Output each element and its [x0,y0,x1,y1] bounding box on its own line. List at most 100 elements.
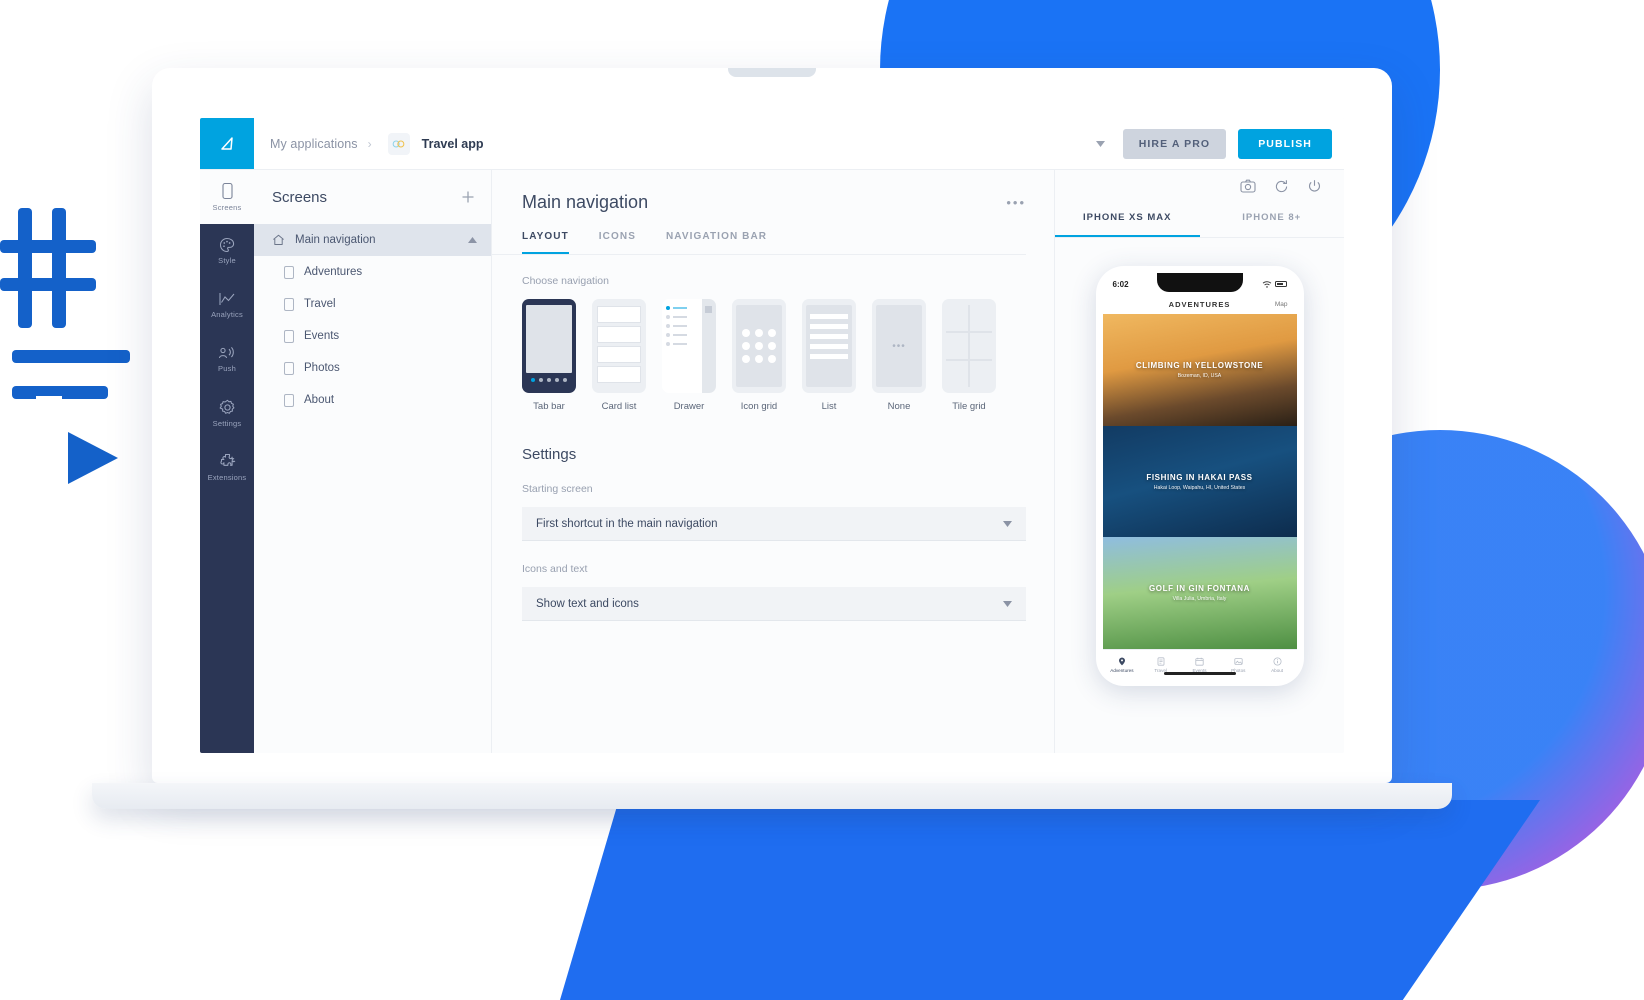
screen-item-travel[interactable]: Travel [254,288,491,320]
screen-item-main-navigation[interactable]: Main navigation [254,224,491,256]
editor-tabs: LAYOUT ICONS NAVIGATION BAR [492,213,1026,255]
screen-item-label: Main navigation [295,234,376,246]
image-icon [1234,657,1243,666]
icons-and-text-label: Icons and text [522,563,1026,575]
puzzle-icon [219,453,236,470]
wifi-icon [1262,281,1272,288]
tab-iphone-8-plus[interactable]: IPHONE 8+ [1200,202,1345,237]
status-indicators [1262,281,1287,288]
nav-option-icon-grid[interactable]: Icon grid [732,299,786,412]
tab-layout[interactable]: LAYOUT [522,231,569,254]
left-rail: Screens [200,170,254,753]
nav-option-label: None [872,401,926,412]
screens-panel: Screens [254,170,492,753]
screen-item-photos[interactable]: Photos [254,352,491,384]
tab-navigation-bar[interactable]: NAVIGATION BAR [666,231,767,254]
laptop-base [92,783,1452,809]
settings-section-title: Settings [522,446,1026,463]
pin-icon [1118,657,1126,666]
publish-button[interactable]: PUBLISH [1238,129,1332,159]
icons-and-text-select[interactable]: Show text and icons [522,587,1026,621]
phone-icon [220,182,235,200]
nav-option-none[interactable]: ••• None [872,299,926,412]
phone-tab-photos[interactable]: Photos [1219,657,1258,673]
editor-pane: Main navigation ••• LAYOUT ICONS NAVIGAT… [492,170,1054,753]
plus-icon[interactable] [461,190,475,204]
phone-card[interactable]: GOLF IN GIN FONTANA Villa Julia, Umbria,… [1103,537,1297,649]
rail-label-extensions: Extensions [208,473,247,482]
background-blob-bottom [560,800,1540,1000]
camera-icon[interactable] [1240,179,1256,193]
nav-option-thumbnail [662,299,716,393]
breadcrumb-root-link[interactable]: My applications [270,137,358,151]
starting-screen-select[interactable]: First shortcut in the main navigation [522,507,1026,541]
card-subtitle: Villa Julia, Umbria, Italy [1111,596,1289,602]
laptop-camera-notch [728,68,816,77]
chevron-down-icon [1003,521,1012,527]
phone-tab-label: About [1271,668,1283,673]
screen-item-adventures[interactable]: Adventures [254,256,491,288]
nav-option-list[interactable]: List [802,299,856,412]
page-icon [284,394,294,407]
phone-card[interactable]: CLIMBING IN YELLOWSTONE Bozeman, ID, USA [1103,314,1297,426]
laptop-mockup: My applications › Travel app [152,68,1392,783]
screen-item-label: Adventures [304,266,362,278]
rail-item-push[interactable]: Push [200,332,254,386]
nav-option-thumbnail [802,299,856,393]
preview-device-tabs: IPHONE XS MAX IPHONE 8+ [1055,202,1344,238]
phone-home-indicator [1164,672,1236,675]
breadcrumb: My applications › Travel app [254,118,1090,169]
chevron-down-icon[interactable] [1090,135,1111,153]
chevron-up-icon[interactable] [468,237,477,243]
top-bar: My applications › Travel app [200,118,1344,170]
app-logo-button[interactable] [200,118,254,169]
info-icon [1273,657,1282,666]
doc-icon [1157,657,1165,666]
phone-nav-bar: ADVENTURES Map [1103,295,1297,314]
phone-nav-right-action[interactable]: Map [1275,301,1288,308]
screens-panel-title: Screens [272,189,327,206]
home-icon [272,234,285,246]
screen-item-events[interactable]: Events [254,320,491,352]
chevron-down-icon [1003,601,1012,607]
rail-item-analytics[interactable]: Analytics [200,278,254,332]
palette-icon [219,237,235,253]
nav-option-label: Icon grid [732,401,786,412]
screen-item-about[interactable]: About [254,384,491,416]
play-triangle-logo-icon [217,134,237,154]
tab-icons[interactable]: ICONS [599,231,636,254]
nav-option-tile-grid[interactable]: Tile grid [942,299,996,412]
phone-frame: 6:02 [1096,266,1304,686]
screens-panel-header: Screens [254,170,491,224]
screen-item-label: Events [304,330,339,342]
phone-tab-events[interactable]: Events [1180,657,1219,673]
phone-tab-travel[interactable]: Travel [1141,657,1180,673]
editor-header: Main navigation ••• [492,170,1054,213]
tab-iphone-xs-max[interactable]: IPHONE XS MAX [1055,202,1200,237]
phone-tab-about[interactable]: About [1258,657,1297,673]
phone-screen: 6:02 [1103,273,1297,679]
rail-item-extensions[interactable]: Extensions [200,440,254,494]
calendar-icon [1195,657,1204,666]
phone-tab-adventures[interactable]: Adventures [1103,657,1142,673]
card-subtitle: Hakai Loop, Waipahu, HI, United States [1111,485,1289,491]
refresh-icon[interactable] [1274,179,1289,194]
nav-option-tab-bar[interactable]: Tab bar [522,299,576,412]
app-body: Screens [200,170,1344,753]
nav-option-drawer[interactable]: Drawer [662,299,716,412]
card-subtitle: Bozeman, ID, USA [1111,373,1289,379]
breadcrumb-current-app[interactable]: Travel app [422,137,484,151]
page-icon [284,330,294,343]
rail-item-settings[interactable]: Settings [200,386,254,440]
power-icon[interactable] [1307,179,1322,194]
hire-a-pro-button[interactable]: HIRE A PRO [1123,129,1226,159]
nav-option-thumbnail: ••• [872,299,926,393]
rail-item-screens[interactable]: Screens [200,170,254,224]
ellipsis-icon[interactable]: ••• [1006,195,1026,210]
laptop-lid: My applications › Travel app [152,68,1392,783]
phone-card[interactable]: FISHING IN HAKAI PASS Hakai Loop, Waipah… [1103,426,1297,538]
top-bar-actions: HIRE A PRO PUBLISH [1090,118,1344,169]
rail-item-style[interactable]: Style [200,224,254,278]
nav-option-card-list[interactable]: Card list [592,299,646,412]
editor-content: Choose navigation Tab bar [492,255,1054,643]
